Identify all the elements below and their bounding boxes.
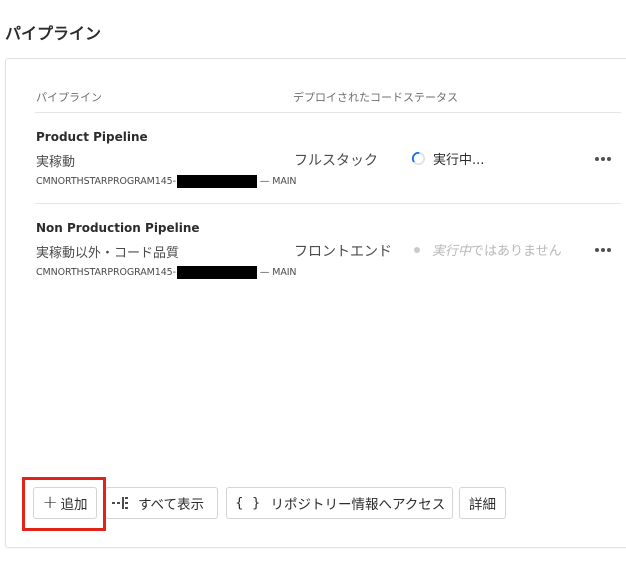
pipeline-type: フロントエンド [294,244,392,260]
pipeline-name: Non Production Pipeline [36,221,200,235]
status-dot-icon [414,246,420,253]
repo-branch: — MAIN [259,176,297,187]
status-label-rest: ではありません [471,244,562,259]
pipeline-repo: CMNORTHSTARPROGRAM145- — MAIN [36,266,297,279]
column-header-pipeline: パイプライン [36,91,102,104]
more-horizontal-icon[interactable] [595,157,611,161]
repo-prefix: CMNORTHSTARPROGRAM145- [36,176,176,187]
pipeline-name: Product Pipeline [36,130,148,144]
row-divider [35,203,621,204]
repo-prefix: CMNORTHSTARPROGRAM145- [36,267,176,278]
pipeline-type: フルスタック [294,153,378,169]
redacted-block [176,175,257,188]
repo-info-button[interactable]: { } リポジトリー情報へアクセス [226,487,453,519]
add-pipeline-button[interactable]: + 追加 [33,487,97,519]
spinner-icon [411,151,426,166]
column-header-status: デプロイされたコードステータス [293,91,458,104]
pipeline-status: 実行中... [411,149,484,168]
show-all-button[interactable]: すべて表示 [105,487,218,519]
pipeline-status: 実行中 ではありません [411,240,562,259]
pipeline-grid-icon [112,497,128,509]
plus-icon: + [42,492,58,513]
repo-branch: — MAIN [259,267,297,278]
status-label-emphasis: 実行中 [432,244,472,259]
more-horizontal-icon[interactable] [595,248,611,252]
details-label: 詳細 [469,497,496,513]
show-all-label: すべて表示 [138,497,205,513]
details-button[interactable]: 詳細 [459,487,506,519]
pipeline-repo: CMNORTHSTARPROGRAM145- — MAIN [36,175,297,188]
add-label: 追加 [60,497,88,513]
pipelines-card: パイプライン デプロイされたコードステータス Product Pipeline … [5,58,626,548]
header-divider [35,112,621,113]
pipeline-environment: 実稼動 [36,155,76,170]
repo-info-label: リポジトリー情報へアクセス [270,497,446,513]
braces-icon: { } [235,495,263,511]
status-label: 実行中... [433,153,485,168]
redacted-block [176,266,257,279]
pipeline-environment: 実稼動以外・コード品質 [36,246,180,261]
page-title: パイプライン [5,24,102,43]
